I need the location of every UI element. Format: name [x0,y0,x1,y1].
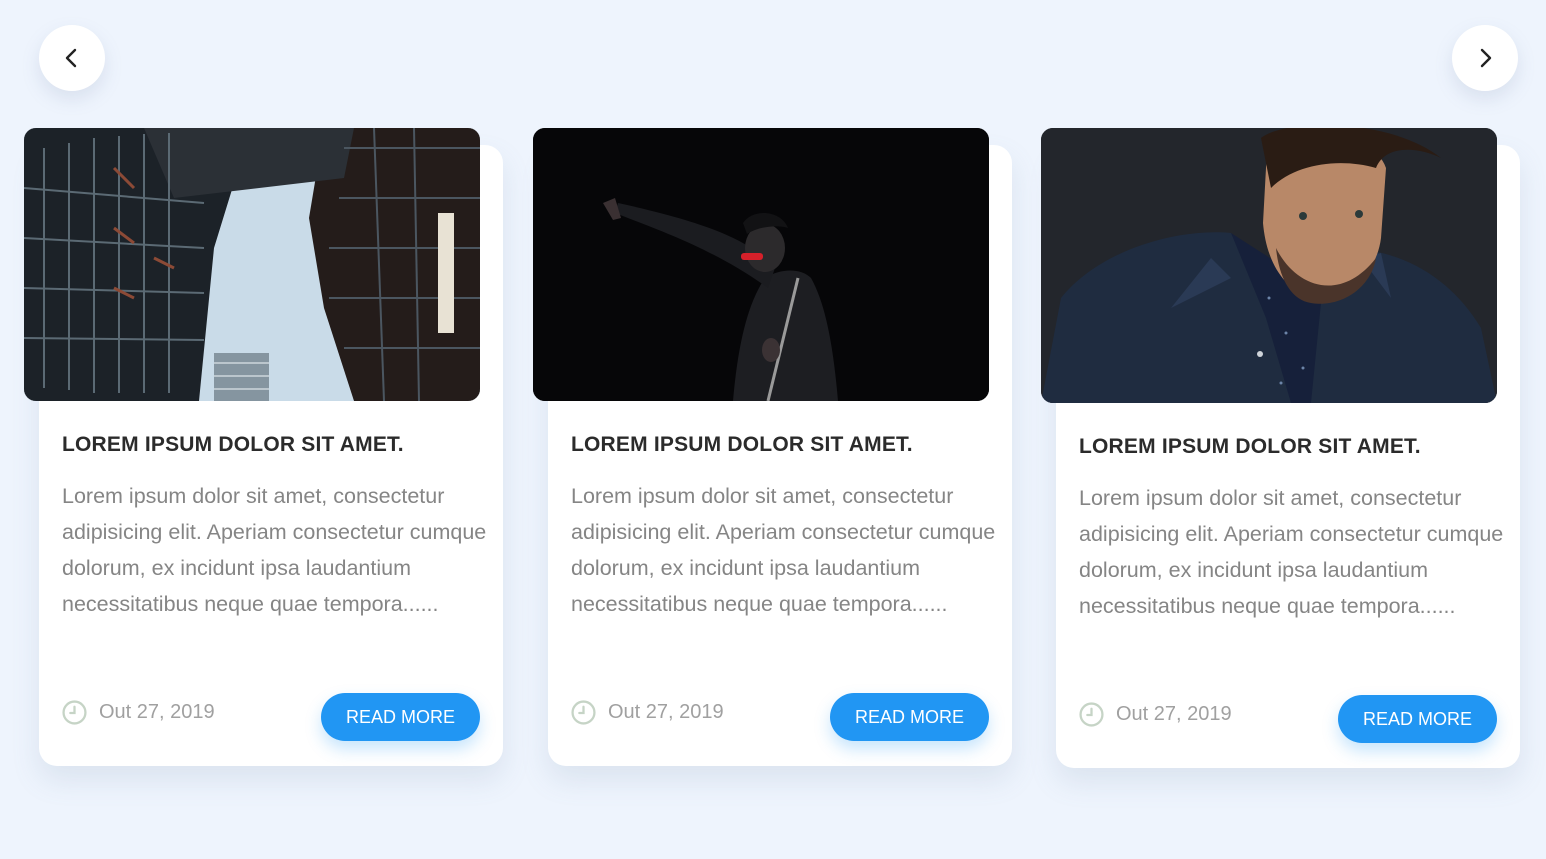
building-skyline-image [24,128,480,401]
post-date: Out 27, 2019 [571,700,724,725]
card-footer: Out 27, 2019 READ MORE [62,693,480,741]
chevron-right-icon [1480,48,1492,68]
clock-icon [571,700,596,725]
card-excerpt: Lorem ipsum dolor sit amet, consectetur … [62,484,487,616]
next-slide-button[interactable] [1452,25,1518,91]
card-footer: Out 27, 2019 READ MORE [571,693,989,741]
date-text: Out 27, 2019 [608,701,724,723]
clock-icon [1079,702,1104,727]
previous-slide-button[interactable] [39,25,105,91]
card-excerpt: Lorem ipsum dolor sit amet, consectetur … [571,484,996,616]
card-footer: Out 27, 2019 READ MORE [1079,695,1497,743]
card-title: LOREM IPSUM DOLOR SIT AMET. [571,433,913,456]
card-excerpt: Lorem ipsum dolor sit amet, consectetur … [1079,486,1504,618]
card-image-performer[interactable] [533,128,989,401]
card-title: LOREM IPSUM DOLOR SIT AMET. [62,433,404,456]
post-date: Out 27, 2019 [1079,702,1232,727]
performer-with-flute-image [533,128,989,401]
read-more-button[interactable]: READ MORE [830,693,989,741]
blog-card: LOREM IPSUM DOLOR SIT AMET. Lorem ipsum … [1041,128,1520,768]
post-date: Out 27, 2019 [62,700,215,725]
card-image-portrait[interactable] [1041,128,1497,403]
chevron-left-icon [65,48,77,68]
blog-card: LOREM IPSUM DOLOR SIT AMET. Lorem ipsum … [533,128,1012,766]
date-text: Out 27, 2019 [1116,703,1232,725]
blog-card-slider: LOREM IPSUM DOLOR SIT AMET. Lorem ipsum … [0,0,1546,859]
card-image-building[interactable] [24,128,480,401]
clock-icon [62,700,87,725]
date-text: Out 27, 2019 [99,701,215,723]
blog-card: LOREM IPSUM DOLOR SIT AMET. Lorem ipsum … [24,128,503,766]
read-more-button[interactable]: READ MORE [321,693,480,741]
man-portrait-image [1041,128,1497,403]
read-more-button[interactable]: READ MORE [1338,695,1497,743]
card-title: LOREM IPSUM DOLOR SIT AMET. [1079,435,1421,458]
